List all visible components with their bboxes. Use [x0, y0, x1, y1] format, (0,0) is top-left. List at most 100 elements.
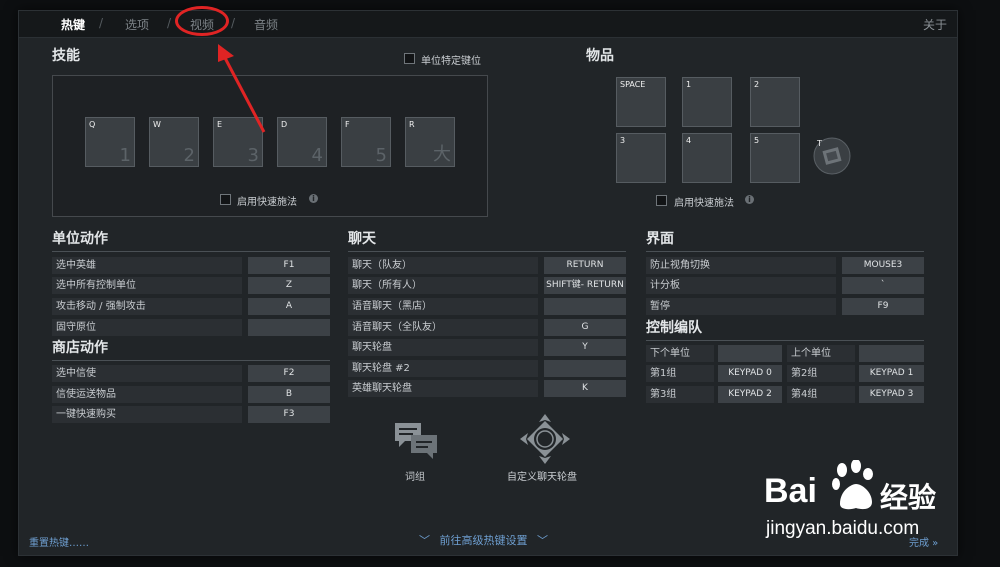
skill-slot-q[interactable]: Q 1 [85, 117, 135, 167]
hotkey-binding[interactable]: KEYPAD 2 [718, 386, 782, 403]
hotkey-label: 语音聊天（黑店） [348, 298, 538, 315]
tp-scroll-slot[interactable]: T [813, 137, 851, 175]
slot-key: 4 [686, 136, 692, 145]
info-icon[interactable]: i [309, 194, 318, 203]
slot-index: 4 [311, 145, 323, 166]
reset-hotkeys-link[interactable]: 重置热键…… [29, 534, 89, 549]
info-icon[interactable]: i [745, 195, 754, 204]
slot-index: 5 [375, 145, 387, 166]
hotkey-binding[interactable]: F2 [248, 365, 330, 382]
slot-index: 大 [433, 144, 451, 165]
tab-audio[interactable]: 音频 [254, 16, 278, 33]
hotkey-binding[interactable]: F1 [248, 257, 330, 274]
hotkey-binding[interactable] [544, 360, 626, 377]
hotkey-binding[interactable] [544, 298, 626, 315]
slot-key: W [153, 120, 161, 129]
advanced-hotkeys-link[interactable]: ﹀ 前往高级热键设置 ﹀ [419, 532, 548, 548]
hotkey-row: 语音聊天（全队友） G [348, 319, 626, 336]
hotkey-binding[interactable]: KEYPAD 1 [859, 365, 924, 382]
custom-chat-wheel-label: 自定义聊天轮盘 [507, 472, 577, 483]
hotkey-binding[interactable]: KEYPAD 3 [859, 386, 924, 403]
hotkey-binding[interactable]: SHIFT键- RETURN [544, 277, 626, 294]
item-slot-2[interactable]: 2 [750, 77, 800, 127]
hotkey-label: 信使运送物品 [52, 386, 242, 403]
annotation-arrow-icon [218, 44, 266, 133]
chevron-down-icon: ﹀ [537, 534, 548, 547]
hotkey-row: 英雄聊天轮盘 K [348, 380, 626, 397]
hotkey-binding[interactable]: RETURN [544, 257, 626, 274]
hotkey-row: 选中英雄 F1 [52, 257, 330, 274]
tab-separator: / [167, 16, 172, 30]
hotkey-binding[interactable] [859, 345, 924, 362]
hotkey-binding[interactable]: KEYPAD 0 [718, 365, 782, 382]
hotkey-binding[interactable]: F9 [842, 298, 924, 315]
hotkey-label: 上个单位 [787, 345, 855, 362]
hotkey-label: 聊天轮盘 [348, 339, 538, 356]
skill-slot-f[interactable]: F 5 [341, 117, 391, 167]
hotkey-label: 防止视角切换 [646, 257, 836, 274]
hotkey-row: 防止视角切换 MOUSE3 [646, 257, 924, 274]
skill-slot-d[interactable]: D 4 [277, 117, 327, 167]
hotkey-binding[interactable]: B [248, 386, 330, 403]
hotkey-row: 攻击移动 / 强制攻击 A [52, 298, 330, 315]
skills-title: 技能 [52, 48, 80, 64]
hotkey-label: 选中信使 [52, 365, 242, 382]
hotkey-row: 下个单位 上个单位 [646, 345, 924, 362]
about-link[interactable]: 关于 [923, 16, 947, 33]
watermark-url: jingyan.baidu.com [766, 518, 920, 539]
item-slot-4[interactable]: 4 [682, 133, 732, 183]
tab-hotkeys[interactable]: 热键 [61, 16, 85, 33]
skill-slot-r[interactable]: R 大 [405, 117, 455, 167]
hotkey-row: 聊天（队友） RETURN [348, 257, 626, 274]
slot-index: 2 [183, 145, 195, 166]
hotkey-row: 计分板 ` [646, 277, 924, 294]
shop-actions-title: 商店动作 [52, 337, 330, 361]
hotkey-row: 聊天轮盘 Y [348, 339, 626, 356]
unit-specific-label: 单位特定键位 [421, 56, 481, 67]
items-quickcast-checkbox[interactable] [656, 195, 667, 206]
watermark-jingyan: 经验 [880, 481, 937, 514]
hotkey-row: 聊天（所有人） SHIFT键- RETURN [348, 277, 626, 294]
unit-specific-checkbox[interactable] [404, 53, 415, 64]
chat-title: 聊天 [348, 228, 626, 252]
slot-key: 5 [754, 136, 760, 145]
hotkey-label: 第1组 [646, 365, 714, 382]
hotkey-row: 固守原位 [52, 319, 330, 336]
hotkey-binding[interactable]: F3 [248, 406, 330, 423]
hotkey-binding[interactable]: MOUSE3 [842, 257, 924, 274]
hotkey-row: 选中信使 F2 [52, 365, 330, 382]
hotkey-row: 第1组 KEYPAD 0 第2组 KEYPAD 1 [646, 365, 924, 382]
slot-key: F [345, 120, 350, 129]
custom-chat-wheel-button[interactable] [519, 413, 571, 465]
baidu-watermark: Bai 经验 jingyan.baidu.com [764, 458, 954, 548]
skills-quickcast-checkbox[interactable] [220, 194, 231, 205]
hotkey-binding[interactable] [248, 319, 330, 336]
item-slot-1[interactable]: 1 [682, 77, 732, 127]
hotkey-binding[interactable]: Z [248, 277, 330, 294]
tab-separator: / [99, 16, 104, 30]
chevron-down-icon: ﹀ [419, 534, 430, 547]
phrases-button[interactable] [391, 419, 441, 461]
hotkey-label: 暂停 [646, 298, 836, 315]
hotkey-binding[interactable]: G [544, 319, 626, 336]
hotkey-label: 英雄聊天轮盘 [348, 380, 538, 397]
item-slot-space[interactable]: SPACE [616, 77, 666, 127]
highlight-circle [175, 6, 229, 36]
item-slot-5[interactable]: 5 [750, 133, 800, 183]
hotkey-binding[interactable]: A [248, 298, 330, 315]
hotkey-binding[interactable]: Y [544, 339, 626, 356]
hotkey-row: 语音聊天（黑店） [348, 298, 626, 315]
items-quickcast-label: 启用快速施法 [674, 198, 734, 209]
skill-slot-w[interactable]: W 2 [149, 117, 199, 167]
baidu-paw-icon [832, 460, 873, 510]
item-slot-3[interactable]: 3 [616, 133, 666, 183]
hotkey-row: 一键快速购买 F3 [52, 406, 330, 423]
hotkey-binding[interactable]: K [544, 380, 626, 397]
slot-key: 3 [620, 136, 626, 145]
hotkey-label: 语音聊天（全队友） [348, 319, 538, 336]
unit-actions-title: 单位动作 [52, 228, 330, 252]
tab-options[interactable]: 选项 [125, 16, 149, 33]
hotkey-binding[interactable] [718, 345, 782, 362]
hotkey-binding[interactable]: ` [842, 277, 924, 294]
slot-key: R [409, 120, 415, 129]
